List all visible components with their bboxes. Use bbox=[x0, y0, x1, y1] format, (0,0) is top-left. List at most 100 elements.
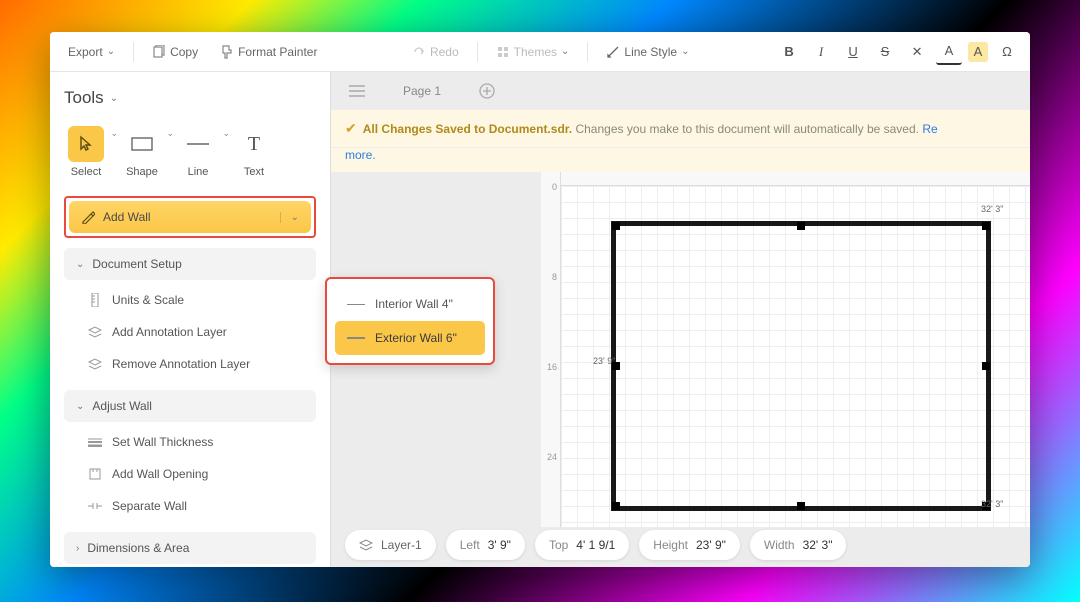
banner-link-2[interactable]: more. bbox=[345, 148, 376, 162]
export-label: Export bbox=[68, 45, 103, 59]
format-painter-button[interactable]: Format Painter bbox=[212, 41, 325, 63]
banner-bold: All Changes Saved to Document.sdr. bbox=[363, 122, 572, 136]
select-tool[interactable]: Select ⌄ bbox=[64, 122, 108, 182]
handle-top-right[interactable] bbox=[982, 222, 990, 230]
sidebar-title[interactable]: Tools ⌄ bbox=[64, 88, 316, 108]
separator bbox=[477, 42, 478, 62]
text-icon: T bbox=[248, 133, 260, 156]
line-label: Line bbox=[188, 166, 209, 178]
text-label: Text bbox=[244, 166, 264, 178]
chevron-down-icon: ⌄ bbox=[110, 93, 118, 104]
font-color-button[interactable]: A bbox=[936, 39, 962, 65]
layer-pill[interactable]: Layer-1 bbox=[345, 530, 436, 560]
interior-wall-option[interactable]: Interior Wall 4" bbox=[335, 287, 485, 321]
chevron-down-icon: ⌄ bbox=[76, 401, 84, 412]
add-wall-label: Add Wall bbox=[103, 210, 151, 224]
add-wall-button[interactable]: Add Wall ⌄ bbox=[69, 201, 311, 233]
ruler-tick: 16 bbox=[547, 362, 557, 372]
add-page-button[interactable] bbox=[473, 77, 501, 105]
bold-button[interactable]: B bbox=[776, 39, 802, 65]
opening-icon bbox=[88, 467, 102, 481]
handle-top-mid[interactable] bbox=[797, 222, 805, 230]
clear-format-button[interactable]: ✕ bbox=[904, 39, 930, 65]
remove-annotation-item[interactable]: Remove Annotation Layer bbox=[64, 348, 316, 380]
document-setup-header[interactable]: ⌄ Document Setup bbox=[64, 248, 316, 280]
text-tool[interactable]: T Text bbox=[232, 122, 276, 182]
top-value: 4' 1 9/1 bbox=[576, 538, 615, 552]
handle-top-left[interactable] bbox=[612, 222, 620, 230]
left-label: Left bbox=[460, 538, 480, 552]
document-setup-section: ⌄ Document Setup Units & Scale Add Annot… bbox=[64, 248, 316, 384]
width-pill[interactable]: Width 32' 3" bbox=[750, 530, 847, 560]
separator bbox=[133, 42, 134, 62]
dimensions-section: › Dimensions & Area bbox=[64, 532, 316, 564]
page-tab[interactable]: Page 1 bbox=[381, 78, 463, 104]
export-button[interactable]: Export ⌄ bbox=[60, 41, 123, 63]
add-wall-highlight: Add Wall ⌄ bbox=[64, 196, 316, 238]
plus-circle-icon bbox=[479, 83, 495, 99]
dimension-top: 32' 3" bbox=[981, 204, 1003, 214]
pencil-icon bbox=[81, 210, 95, 224]
handle-bottom-left[interactable] bbox=[612, 502, 620, 510]
highlight-button[interactable]: A bbox=[968, 42, 988, 62]
dimensions-header[interactable]: › Dimensions & Area bbox=[64, 532, 316, 564]
horizontal-ruler bbox=[561, 172, 1030, 186]
canvas-tabs: Page 1 bbox=[331, 72, 1030, 110]
themes-label: Themes bbox=[514, 45, 557, 59]
separate-wall-item[interactable]: Separate Wall bbox=[64, 490, 316, 522]
units-scale-label: Units & Scale bbox=[112, 293, 184, 307]
top-pill[interactable]: Top 4' 1 9/1 bbox=[535, 530, 629, 560]
height-pill[interactable]: Height 23' 9" bbox=[639, 530, 740, 560]
chevron-down-icon: ⌄ bbox=[280, 212, 299, 223]
vertical-ruler: 0 8 16 24 bbox=[541, 172, 561, 527]
underline-button[interactable]: U bbox=[840, 39, 866, 65]
adjust-wall-header[interactable]: ⌄ Adjust Wall bbox=[64, 390, 316, 422]
ruler-tick: 0 bbox=[552, 182, 557, 192]
strikethrough-button[interactable]: S bbox=[872, 39, 898, 65]
symbol-button[interactable]: Ω bbox=[994, 39, 1020, 65]
left-pill[interactable]: Left 3' 9" bbox=[446, 530, 525, 560]
height-value: 23' 9" bbox=[696, 538, 726, 552]
add-annotation-item[interactable]: Add Annotation Layer bbox=[64, 316, 316, 348]
shape-tool[interactable]: Shape ⌄ bbox=[120, 122, 164, 182]
exterior-wall-option[interactable]: Exterior Wall 6" bbox=[335, 321, 485, 355]
handle-mid-right[interactable] bbox=[982, 362, 990, 370]
redo-label: Redo bbox=[430, 45, 459, 59]
copy-button[interactable]: Copy bbox=[144, 41, 206, 63]
canvas-viewport[interactable]: 0 8 16 24 32' 3" bbox=[331, 172, 1030, 567]
top-toolbar: Export ⌄ Copy Format Painter Redo Themes… bbox=[50, 32, 1030, 72]
chevron-right-icon: › bbox=[76, 543, 79, 554]
add-wall-opening-item[interactable]: Add Wall Opening bbox=[64, 458, 316, 490]
themes-button[interactable]: Themes ⌄ bbox=[488, 41, 578, 63]
ruler-tick: 24 bbox=[547, 452, 557, 462]
thin-line-icon bbox=[347, 304, 365, 305]
banner-link-1[interactable]: Re bbox=[922, 122, 937, 136]
paintbrush-icon bbox=[220, 45, 234, 59]
redo-button[interactable]: Redo bbox=[404, 41, 467, 63]
list-icon bbox=[349, 84, 365, 98]
check-icon: ✔ bbox=[345, 120, 357, 137]
set-wall-thickness-item[interactable]: Set Wall Thickness bbox=[64, 426, 316, 458]
room-rectangle[interactable] bbox=[611, 221, 991, 511]
pen-icon bbox=[606, 45, 620, 59]
thickness-label: Set Wall Thickness bbox=[112, 435, 213, 449]
layer-add-icon bbox=[88, 325, 102, 339]
italic-button[interactable]: I bbox=[808, 39, 834, 65]
line-style-button[interactable]: Line Style ⌄ bbox=[598, 41, 697, 63]
rectangle-icon bbox=[131, 137, 153, 151]
layers-icon bbox=[359, 539, 373, 551]
width-value: 32' 3" bbox=[803, 538, 833, 552]
app-window: Export ⌄ Copy Format Painter Redo Themes… bbox=[50, 32, 1030, 567]
handle-bottom-mid[interactable] bbox=[797, 502, 805, 510]
height-label: Height bbox=[653, 538, 688, 552]
canvas-grid[interactable]: 32' 3" 32' 3" 23' 9" bbox=[561, 186, 1030, 527]
dimension-left: 23' 9" bbox=[593, 356, 615, 366]
line-tool[interactable]: Line ⌄ bbox=[176, 122, 220, 182]
units-scale-item[interactable]: Units & Scale bbox=[64, 284, 316, 316]
outline-button[interactable] bbox=[343, 77, 371, 105]
status-bar: Layer-1 Left 3' 9" Top 4' 1 9/1 Height 2… bbox=[331, 523, 1030, 567]
themes-icon bbox=[496, 45, 510, 59]
chevron-down-icon: ⌄ bbox=[222, 128, 230, 139]
wall-type-dropdown: Interior Wall 4" Exterior Wall 6" bbox=[325, 277, 495, 365]
document-setup-label: Document Setup bbox=[92, 257, 181, 271]
